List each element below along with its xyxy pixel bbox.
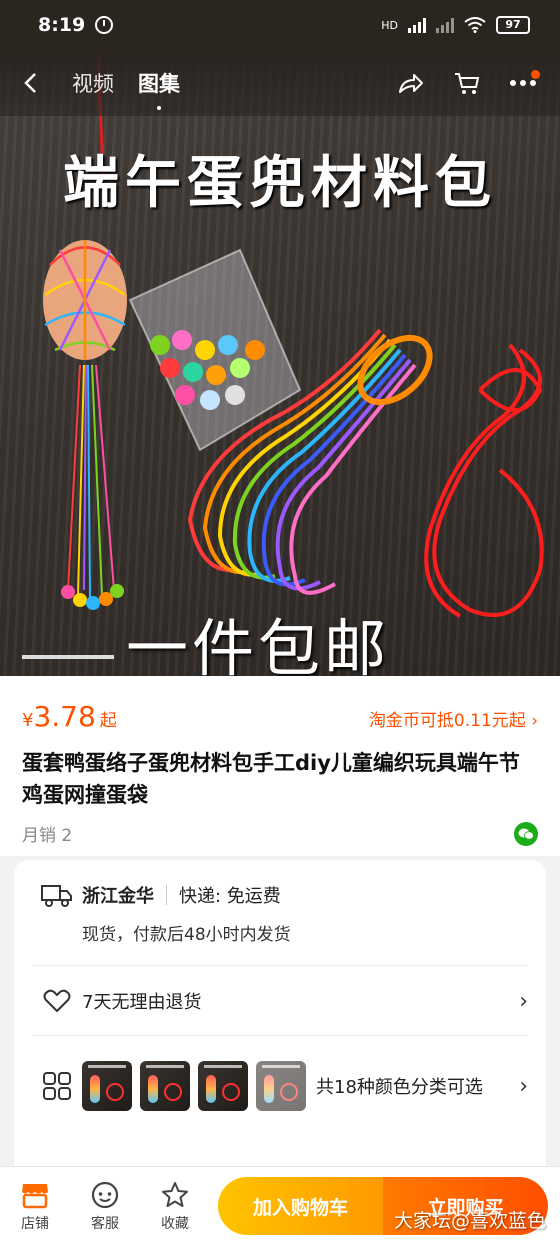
- price-value: 3.78: [33, 700, 96, 733]
- network-label: HD: [381, 18, 398, 32]
- signal-2-icon: [436, 17, 454, 33]
- product-title: 蛋套鸭蛋络子蛋兜材料包手工diy儿童编织玩具端午节鸡蛋网撞蛋袋: [22, 751, 520, 807]
- shipping-row[interactable]: 浙江金华 快递: 免运费 现货，付款后48小时内发货: [14, 882, 546, 945]
- shop-icon: [20, 1179, 50, 1211]
- purchase-buttons: 加入购物车 立即购买: [218, 1177, 548, 1235]
- battery-indicator: 97: [496, 16, 530, 34]
- price-row: ¥3.78 起 淘金币可抵0.11元起 ›: [22, 700, 538, 733]
- status-indicators: HD 97: [381, 16, 530, 34]
- more-icon[interactable]: [508, 68, 540, 98]
- dispatch-time: 现货，付款后48小时内发货: [82, 925, 291, 945]
- price: ¥3.78 起: [22, 700, 117, 733]
- star-icon: [161, 1179, 189, 1211]
- color-options-count: 共18种颜色分类可选: [316, 1077, 483, 1098]
- shop-button[interactable]: 店铺: [0, 1179, 70, 1233]
- tab-video[interactable]: 视频: [60, 68, 126, 98]
- sales-row: 月销 2: [22, 821, 538, 846]
- shop-label: 店铺: [21, 1215, 49, 1232]
- cart-icon[interactable]: [452, 68, 482, 98]
- chevron-right-icon: ›: [519, 1073, 528, 1099]
- sku-row[interactable]: 共18种颜色分类可选 ›: [14, 1060, 546, 1112]
- product-info: ¥3.78 起 淘金币可抵0.11元起 › 蛋套鸭蛋络子蛋兜材料包手工diy儿童编…: [0, 676, 560, 856]
- returns-policy: 7天无理由退货: [82, 992, 202, 1013]
- ship-from: 浙江金华: [82, 886, 154, 907]
- buy-now-button[interactable]: 立即购买: [383, 1177, 548, 1235]
- customer-service-button[interactable]: 客服: [70, 1179, 140, 1233]
- status-bar: 8:19 HD 97: [0, 0, 560, 50]
- sku-thumbnail[interactable]: [82, 1061, 132, 1111]
- tab-gallery[interactable]: 图集: [126, 68, 192, 98]
- favorite-label: 收藏: [161, 1215, 189, 1232]
- sku-thumbnail[interactable]: [198, 1061, 248, 1111]
- coin-discount-text: 淘金币可抵0.11元起: [368, 711, 526, 731]
- sku-thumbnail[interactable]: [140, 1061, 190, 1111]
- hero-subtitle: 一件包邮: [126, 612, 391, 676]
- sku-grid-icon: [32, 1071, 82, 1101]
- price-symbol: ¥: [22, 710, 34, 731]
- top-navigation: 视频 图集: [0, 50, 560, 116]
- bottom-action-bar: 店铺 客服 收藏 加入购物车 立即购买: [0, 1166, 560, 1244]
- service-icon: [91, 1179, 119, 1211]
- favorite-button[interactable]: 收藏: [140, 1179, 210, 1233]
- row-divider: [32, 1035, 528, 1036]
- signal-icon: [408, 17, 426, 33]
- divider: [166, 885, 167, 905]
- row-divider: [32, 965, 528, 966]
- hero-title: 端午蛋兜材料包: [63, 150, 497, 216]
- notification-dot: [531, 70, 540, 79]
- delivery-fee: 快递: 免运费: [179, 886, 281, 907]
- truck-icon: [32, 882, 82, 945]
- nav-actions: [396, 68, 560, 98]
- heart-icon: [32, 989, 82, 1013]
- coin-discount-link[interactable]: 淘金币可抵0.11元起 ›: [369, 706, 538, 731]
- status-time: 8:19: [38, 14, 86, 36]
- gallery-progress-indicator: [22, 655, 114, 659]
- service-label: 客服: [91, 1215, 119, 1232]
- returns-row[interactable]: 7天无理由退货 ›: [14, 986, 546, 1016]
- sku-thumbnail[interactable]: [256, 1061, 306, 1111]
- chevron-right-icon: ›: [519, 988, 528, 1014]
- monthly-sales: 月销 2: [22, 826, 73, 846]
- product-image-gallery[interactable]: 端午蛋兜材料包 一件包邮: [0, 50, 560, 676]
- sku-thumbnails: [82, 1061, 306, 1111]
- add-to-cart-button[interactable]: 加入购物车: [218, 1177, 383, 1235]
- back-icon[interactable]: [0, 50, 60, 116]
- price-suffix: 起: [99, 711, 117, 731]
- wechat-icon[interactable]: [514, 821, 538, 846]
- share-icon[interactable]: [396, 68, 426, 98]
- wifi-icon: [464, 17, 486, 33]
- service-card: 浙江金华 快递: 免运费 现货，付款后48小时内发货 7天无理由退货 › 共18…: [14, 860, 546, 1180]
- alarm-icon: [95, 16, 114, 34]
